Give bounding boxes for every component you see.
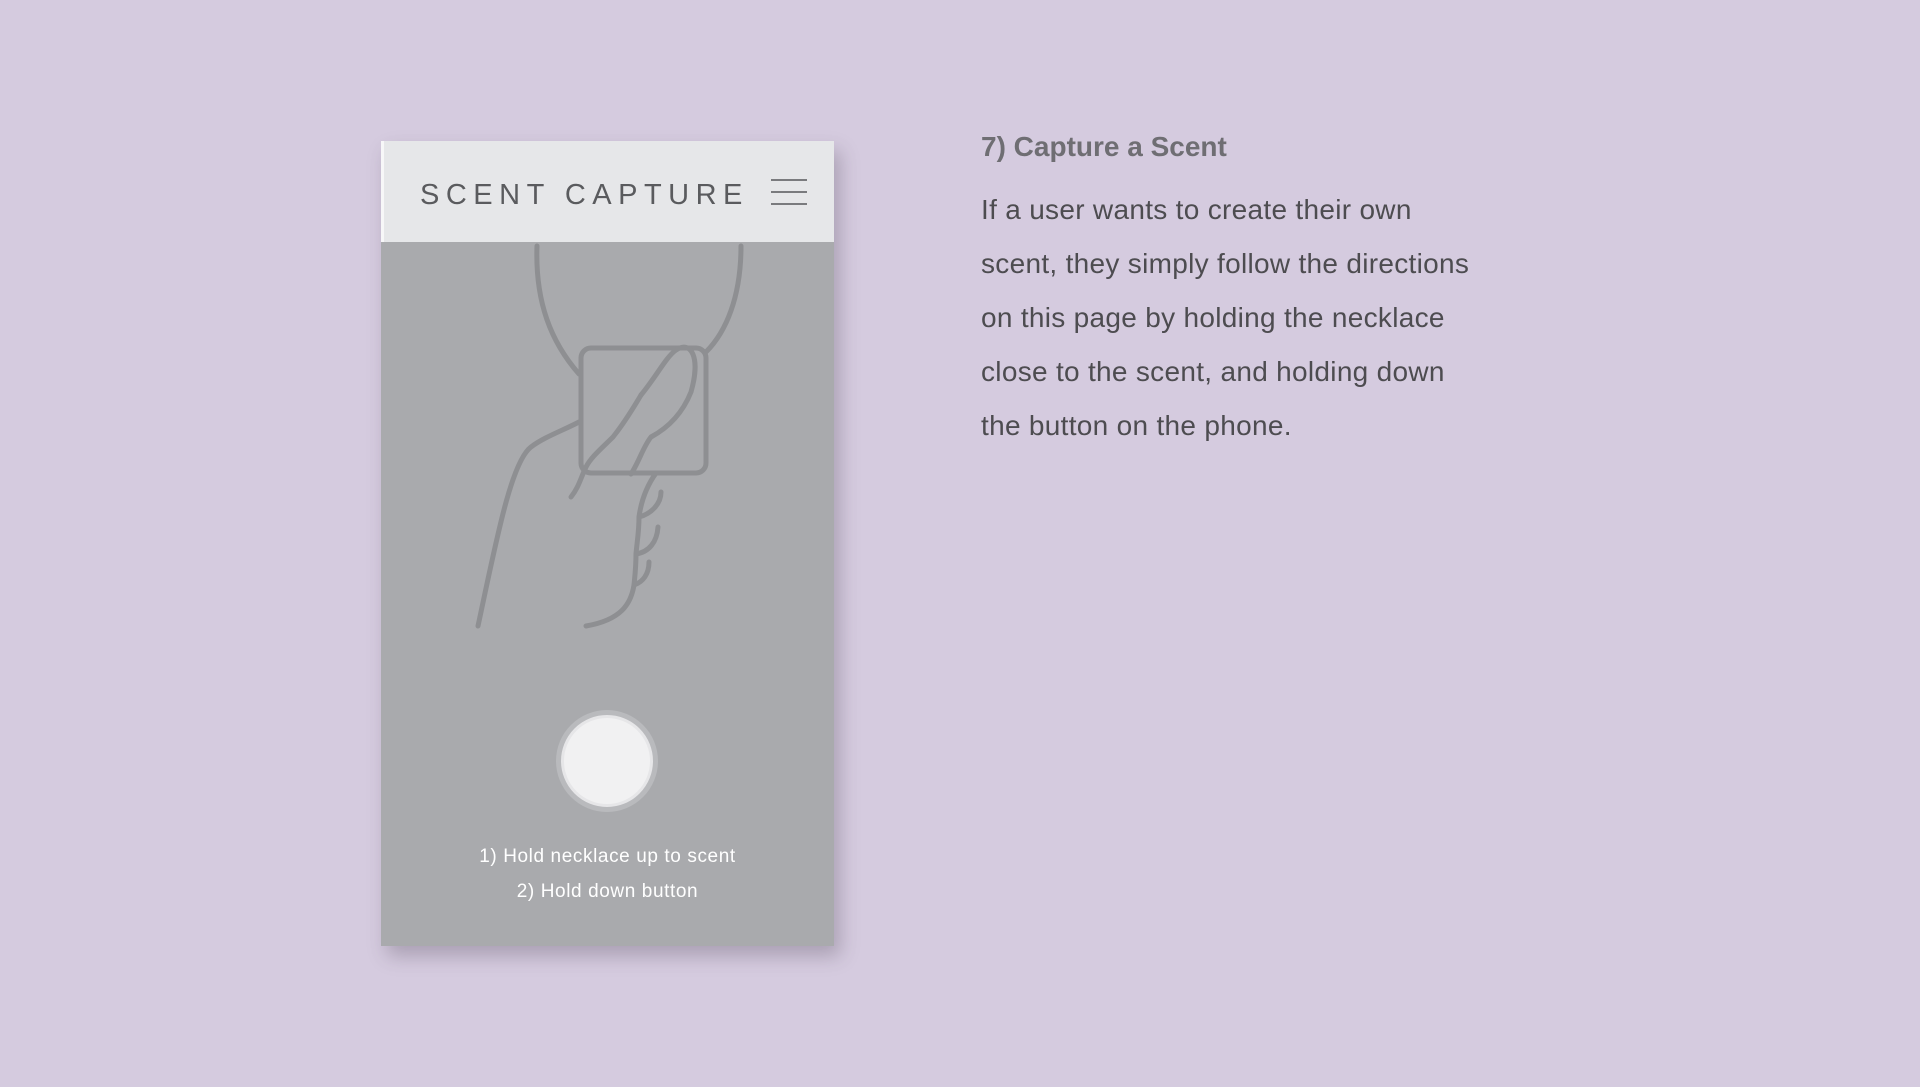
instruction-step-2: 2) Hold down button xyxy=(516,881,699,902)
hand-finger-2 xyxy=(633,514,661,557)
hamburger-menu-icon[interactable] xyxy=(771,179,807,206)
hand-index xyxy=(475,419,582,629)
necklace-chain xyxy=(534,243,582,377)
description-panel: 7) Capture a Scent If a user wants to cr… xyxy=(981,133,1601,453)
description-line: the button on the phone. xyxy=(981,410,1292,441)
hand-thumb xyxy=(628,344,698,477)
necklace-chain-right xyxy=(703,243,744,355)
app-header: SCENT CAPTURE xyxy=(381,141,834,242)
instruction-step-1: 1) Hold necklace up to scent xyxy=(479,846,736,867)
description-line: If a user wants to create their own xyxy=(981,194,1412,225)
hand-palm-bottom xyxy=(583,582,637,629)
description-line: scent, they simply follow the directions xyxy=(981,248,1470,279)
description-line: close to the scent, and holding down xyxy=(981,356,1445,387)
capture-record-button[interactable] xyxy=(561,715,653,807)
hand-holding-necklace-icon xyxy=(475,243,744,629)
description-body: If a user wants to create their own scen… xyxy=(981,183,1601,453)
phone-mockup: SCENT CAPTURE 1) Hold necklace up to sce… xyxy=(381,141,834,946)
hand-finger-3 xyxy=(631,551,652,588)
instructions: 1) Hold necklace up to scent 2) Hold dow… xyxy=(381,839,834,909)
description-line: on this page by holding the necklace xyxy=(981,302,1445,333)
description-heading: 7) Capture a Scent xyxy=(981,131,1227,162)
app-title: SCENT CAPTURE xyxy=(420,179,749,211)
hand-finger-1 xyxy=(636,470,664,520)
